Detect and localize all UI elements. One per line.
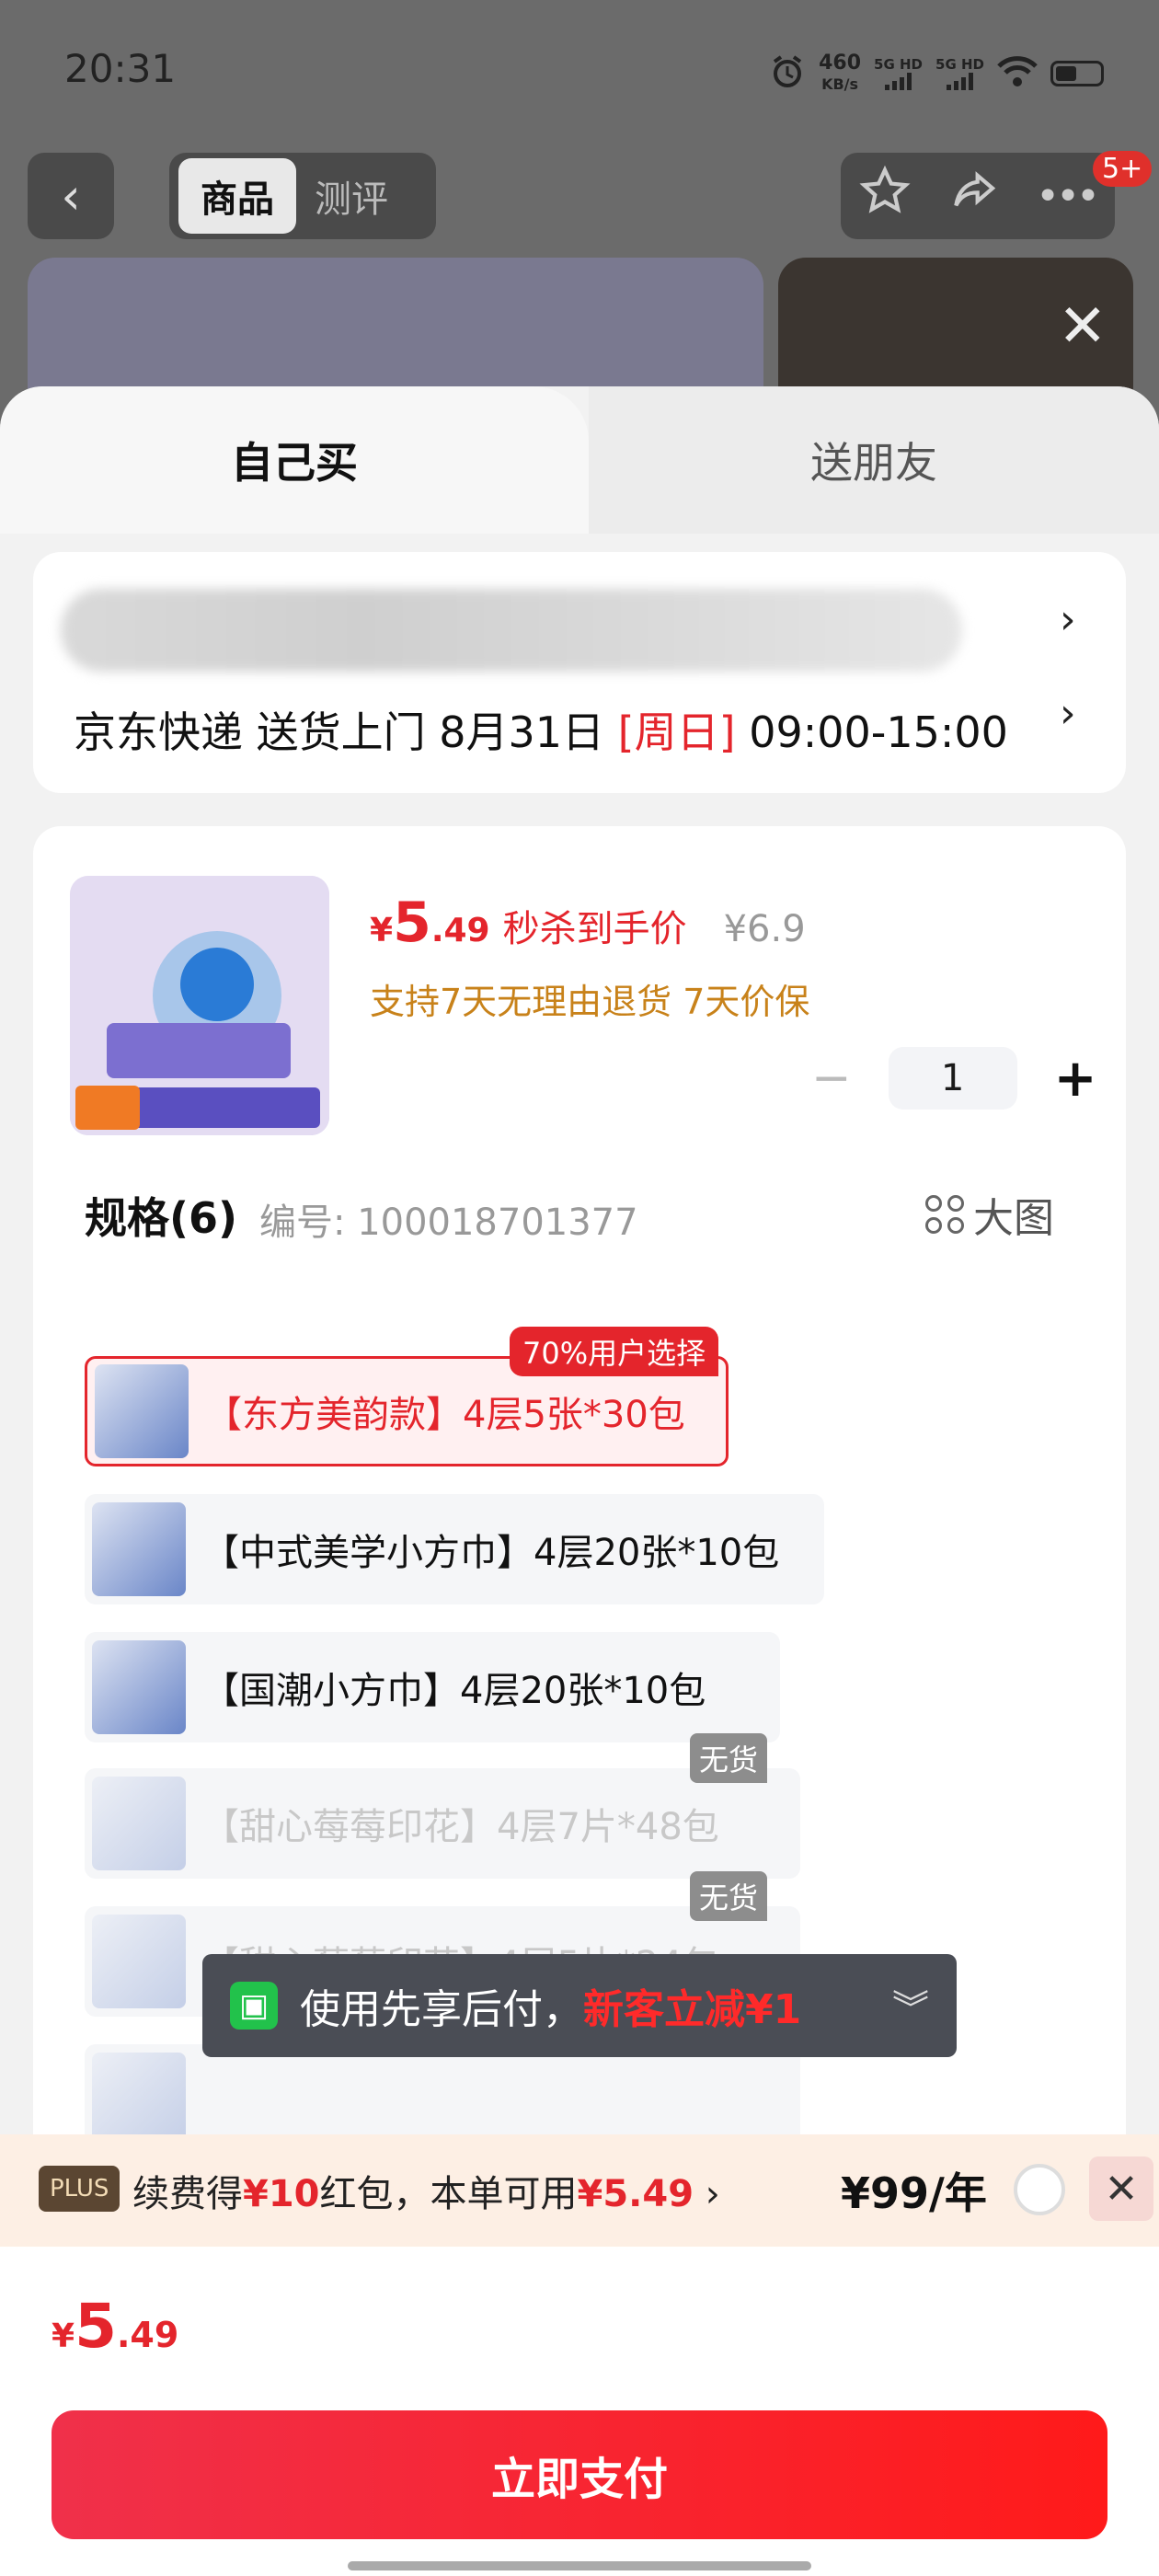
plus-annual-price: ¥99/年 — [841, 2168, 987, 2218]
popular-choice-tag: 70%用户选择 — [510, 1327, 719, 1376]
price-decimal: .49 — [430, 912, 490, 949]
return-guarantee: 支持7天无理由退货 7天价保 — [370, 982, 810, 1022]
option-thumbnail — [95, 1364, 189, 1458]
plus-t1: 续费得 — [132, 2173, 243, 2215]
net-speed-unit: KB/s — [821, 75, 859, 93]
checkout-bar: ¥5.49 立即支付 — [0, 2247, 1159, 2576]
net-speed-value: 460 — [819, 51, 862, 75]
option-label: 【国潮小方巾】4层20张*10包 — [202, 1670, 706, 1712]
spec-title: 规格(6) — [85, 1193, 238, 1243]
total-price: ¥5.49 — [52, 2291, 178, 2362]
tab-self-buy[interactable]: 自己买 — [0, 386, 589, 534]
sale-price: ¥5.49 秒杀到手价 ¥6.9 — [370, 891, 806, 955]
clock: 20:31 — [64, 46, 177, 91]
pay-now-button[interactable]: 立即支付 — [52, 2410, 1107, 2539]
option-thumbnail — [92, 1777, 186, 1870]
close-icon[interactable]: ✕ — [1058, 293, 1107, 361]
product-thumbnail[interactable] — [70, 876, 329, 1135]
wifi-icon — [997, 55, 1038, 93]
alarm-icon — [769, 53, 806, 95]
plus-t5: › — [694, 2173, 720, 2215]
toast-highlight: 新客立减¥1 — [583, 1986, 802, 2033]
status-bar: 20:31 460 KB/s 5G HD 5G HD — [0, 0, 1159, 138]
plus-t3: 红包，本单可用 — [319, 2173, 578, 2215]
chevron-right-icon[interactable]: › — [1060, 596, 1076, 643]
net-speed: 460 KB/s — [819, 51, 862, 95]
grid-icon — [925, 1195, 964, 1234]
tab-gift[interactable]: 送朋友 — [589, 386, 1159, 534]
option-thumbnail — [92, 1502, 186, 1596]
big-image-toggle[interactable]: 大图 — [925, 1185, 1054, 1244]
star-icon[interactable] — [859, 165, 911, 228]
out-of-stock-tag: 无货 — [690, 1733, 768, 1783]
header-tools: ••• — [841, 153, 1115, 239]
option-thumbnail — [92, 2053, 186, 2146]
share-icon[interactable] — [947, 165, 999, 228]
more-icon[interactable]: ••• — [1036, 173, 1100, 220]
chevron-right-icon[interactable]: › — [1060, 690, 1076, 737]
tab-product[interactable]: 商品 — [178, 158, 296, 234]
plus-t4: ¥5.49 — [577, 2173, 694, 2215]
spec-option-2[interactable]: 【中式美学小方巾】4层20张*10包 — [85, 1494, 824, 1604]
toast-text: 使用先享后付，新客立减¥1 — [300, 1976, 801, 2035]
close-icon[interactable]: ✕ — [1089, 2156, 1153, 2221]
option-thumbnail — [92, 1915, 186, 2008]
quantity-stepper: − 1 + — [811, 1047, 1097, 1110]
delivery-day: [周日] — [617, 707, 736, 757]
total-decimal: .49 — [117, 2315, 179, 2355]
delivery-carrier: 京东快递 送货上门 8月31日 — [74, 707, 618, 757]
delivery-info[interactable]: 京东快递 送货上门 8月31日 [周日] 09:00-15:00 — [74, 699, 1008, 760]
sim2-signal: 5G HD — [935, 57, 984, 90]
plus-promo-text: 续费得¥10红包，本单可用¥5.49 › — [132, 2164, 720, 2217]
chevron-down-icon[interactable]: ︾ — [892, 1979, 929, 2032]
back-button[interactable]: ‹ — [28, 153, 114, 239]
status-icons: 460 KB/s 5G HD 5G HD — [769, 46, 1104, 101]
price-label: 秒杀到手价 — [502, 908, 687, 950]
sim1-signal: 5G HD — [874, 57, 923, 90]
quantity-input[interactable]: 1 — [888, 1047, 1017, 1110]
address-card[interactable]: › 京东快递 送货上门 8月31日 [周日] 09:00-15:00 › — [33, 552, 1126, 793]
total-currency: ¥ — [52, 2317, 75, 2355]
option-label: 【中式美学小方巾】4层20张*10包 — [202, 1532, 780, 1574]
spec-option-4[interactable]: 【甜心莓莓印花】4层7片*48包 — [85, 1768, 800, 1879]
spec-option-3[interactable]: 【国潮小方巾】4层20张*10包 — [85, 1632, 780, 1742]
option-label: 【甜心莓莓印花】4层7片*48包 — [202, 1806, 719, 1848]
message-badge: 5+ — [1093, 151, 1153, 187]
product-number: 编号: 100018701377 — [259, 1202, 638, 1244]
total-integer: 5 — [75, 2291, 117, 2362]
pay-later-toast[interactable]: ▣ 使用先享后付，新客立减¥1 ︾ — [202, 1954, 957, 2057]
decrease-button[interactable]: − — [811, 1051, 852, 1106]
out-of-stock-tag: 无货 — [690, 1871, 768, 1921]
delivery-window: 09:00-15:00 — [735, 707, 1008, 757]
plus-select-radio[interactable] — [1014, 2164, 1065, 2215]
sim1-label: 5G HD — [874, 56, 924, 73]
address-redacted — [61, 589, 962, 672]
plus-promo-bar[interactable]: PLUS 续费得¥10红包，本单可用¥5.49 › ¥99/年 ✕ — [0, 2134, 1159, 2247]
battery-icon — [1050, 61, 1104, 86]
plus-t2: ¥10 — [243, 2173, 320, 2215]
original-price: ¥6.9 — [723, 908, 806, 950]
price-integer: 5 — [393, 891, 431, 955]
increase-button[interactable]: + — [1054, 1049, 1097, 1109]
plus-logo: PLUS — [39, 2166, 120, 2212]
home-indicator[interactable] — [348, 2561, 811, 2570]
shopping-bag-icon: ▣ — [230, 1982, 278, 2030]
option-thumbnail — [92, 1640, 186, 1734]
tab-review[interactable]: 测评 — [315, 169, 388, 223]
price-currency: ¥ — [370, 912, 394, 949]
toast-main: 使用先享后付， — [300, 1986, 583, 2033]
big-image-label: 大图 — [973, 1195, 1054, 1242]
option-label: 【东方美韵款】4层5张*30包 — [205, 1394, 685, 1436]
product-tabs: 商品 测评 — [169, 153, 436, 239]
sim2-label: 5G HD — [935, 56, 984, 73]
